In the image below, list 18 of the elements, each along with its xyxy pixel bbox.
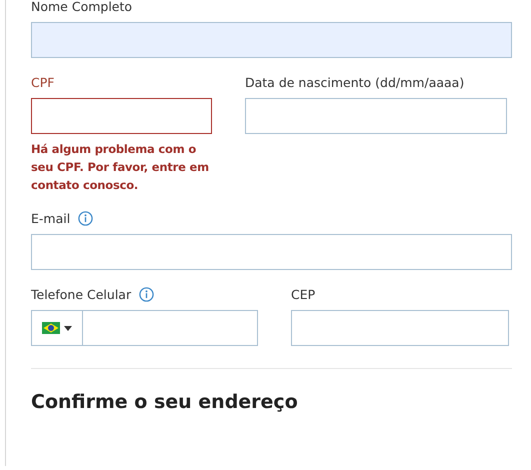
info-icon[interactable] (139, 286, 154, 302)
section-heading: Confirme o seu endereço (31, 391, 299, 413)
phone-field[interactable] (31, 310, 258, 346)
error-message: Há algum problema com o seu CPF. Por favor, entre em contato conosco. (31, 141, 210, 194)
field-label: CPF (31, 74, 54, 90)
input-field[interactable] (291, 310, 509, 346)
input-field[interactable] (31, 98, 212, 134)
field-label: Data de nascimento (dd/mm/aaaa) (245, 74, 464, 90)
input-field[interactable] (31, 234, 512, 270)
caret-icon (64, 326, 72, 330)
field-label: E-mail (31, 210, 70, 226)
input-field[interactable] (245, 98, 507, 134)
input-field[interactable] (31, 22, 512, 58)
flag-icon (42, 322, 60, 334)
info-icon[interactable] (78, 210, 94, 226)
field-label: Telefone Celular (31, 286, 132, 302)
field-label: Nome Completo (31, 0, 132, 14)
field-label: CEP (291, 286, 316, 302)
